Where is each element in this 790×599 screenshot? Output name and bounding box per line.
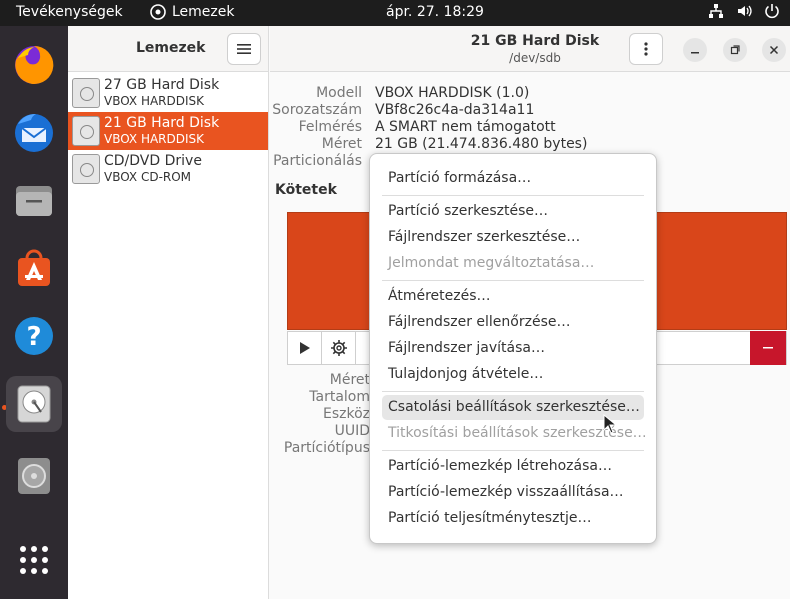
clock[interactable]: ápr. 27. 18:29 [386, 4, 484, 20]
maximize-icon [730, 45, 740, 55]
drive-model: VBOX HARDDISK [104, 132, 205, 146]
dock: ? [0, 26, 68, 599]
menu-item-create-partition-image[interactable]: Partíció-lemezkép létrehozása… [382, 454, 644, 479]
network-icon [709, 4, 723, 18]
drive-model: VBOX CD-ROM [104, 170, 192, 184]
partition-options-button[interactable] [322, 332, 356, 364]
optical-drive-icon [72, 154, 100, 184]
volume-icon [738, 5, 752, 17]
files-icon[interactable] [6, 172, 62, 228]
right-header: 21 GB Hard Disk /dev/sdb [270, 26, 790, 72]
main-menu-button[interactable] [227, 33, 261, 65]
drive-name: CD/DVD Drive [104, 153, 202, 169]
volume-content-label: Tartalom [309, 389, 370, 405]
menu-item-edit-partition[interactable]: Partíció szerkesztése… [382, 199, 644, 224]
help-icon[interactable]: ? [6, 308, 62, 364]
partition-options-menu: Partíció formázása… Partíció szerkesztés… [369, 153, 657, 544]
menu-item-resize[interactable]: Átméretezés… [382, 284, 644, 309]
drive-device-path: /dev/sdb [509, 51, 561, 65]
minus-icon [763, 347, 773, 349]
power-icon [765, 4, 779, 19]
delete-partition-button[interactable] [750, 331, 786, 365]
app-center-icon[interactable] [6, 240, 62, 296]
model-label: Modell [316, 85, 362, 101]
mouse-cursor-icon [603, 414, 617, 434]
menu-separator [382, 195, 644, 196]
thunderbird-icon[interactable] [6, 104, 62, 160]
firefox-icon[interactable] [6, 36, 62, 92]
close-icon [769, 45, 779, 55]
kebab-icon [644, 42, 648, 56]
volumes-heading: Kötetek [275, 182, 337, 198]
close-button[interactable] [762, 38, 786, 62]
app-grid-icon[interactable] [6, 532, 62, 588]
hamburger-icon [237, 44, 251, 54]
drive-list-pane: Lemezek 27 GB Hard Disk VBOX HARDDISK 21… [68, 26, 269, 599]
minimize-icon [691, 52, 699, 54]
activities-button[interactable]: Tevékenységek [16, 4, 123, 20]
menu-pointer [359, 339, 369, 357]
serial-label: Sorozatszám [272, 102, 362, 118]
drive-item-27gb[interactable]: 27 GB Hard Disk VBOX HARDDISK [68, 74, 268, 112]
app-name: Lemezek [172, 4, 235, 20]
menu-item-benchmark-partition[interactable]: Partíció teljesítménytesztje… [382, 506, 644, 531]
menu-item-format-partition[interactable]: Partíció formázása… [382, 166, 644, 191]
maximize-button[interactable] [723, 38, 747, 62]
menu-separator [382, 280, 644, 281]
serial-value: VBf8c26c4a-da314a11 [375, 102, 535, 118]
hard-disk-icon [72, 78, 100, 108]
volume-size-label: Méret [329, 372, 370, 388]
drive-name: 21 GB Hard Disk [104, 115, 220, 131]
system-tray[interactable] [708, 3, 780, 19]
left-header: Lemezek [68, 26, 268, 72]
size-label: Méret [321, 136, 362, 152]
model-value: VBOX HARDDISK (1.0) [375, 85, 530, 101]
drive-options-button[interactable] [629, 33, 663, 65]
partitioning-label: Particionálás [273, 153, 362, 169]
disc-icon[interactable] [6, 448, 62, 504]
volume-device-label: Eszköz [322, 406, 370, 422]
assessment-value: A SMART nem támogatott [375, 119, 556, 135]
hard-disk-icon [72, 116, 100, 146]
menu-item-repair-filesystem[interactable]: Fájlrendszer javítása… [382, 336, 644, 361]
volume-uuid-label: UUID [334, 423, 370, 439]
menu-separator [382, 391, 644, 392]
disks-icon[interactable] [6, 376, 62, 432]
drive-model: VBOX HARDDISK [104, 94, 205, 108]
drive-title: 21 GB Hard Disk [470, 33, 600, 49]
drive-item-21gb[interactable]: 21 GB Hard Disk VBOX HARDDISK [68, 112, 268, 150]
menu-item-change-passphrase: Jelmondat megváltoztatása… [388, 255, 595, 271]
sidebar-title: Lemezek [136, 40, 206, 56]
drive-item-cdrom[interactable]: CD/DVD Drive VBOX CD-ROM [68, 150, 268, 188]
play-icon [299, 342, 310, 354]
top-bar: Tevékenységek Lemezek ápr. 27. 18:29 [0, 0, 790, 26]
volume-partition-type-label: Partíciótípus [283, 440, 370, 456]
menu-item-restore-partition-image[interactable]: Partíció-lemezkép visszaállítása… [382, 480, 644, 505]
drive-name: 27 GB Hard Disk [104, 77, 220, 93]
assessment-label: Felmérés [298, 119, 362, 135]
app-menu[interactable]: Lemezek [150, 4, 235, 20]
gear-icon [330, 340, 347, 356]
disks-app-icon [150, 4, 166, 20]
menu-item-check-filesystem[interactable]: Fájlrendszer ellenőrzése… [382, 310, 644, 335]
menu-item-take-ownership[interactable]: Tulajdonjog átvétele… [382, 362, 644, 387]
minimize-button[interactable] [683, 38, 707, 62]
menu-separator [382, 450, 644, 451]
svg-text:?: ? [26, 322, 41, 352]
mount-button[interactable] [288, 332, 322, 364]
size-value: 21 GB (21.474.836.480 bytes) [375, 136, 588, 152]
menu-item-edit-filesystem[interactable]: Fájlrendszer szerkesztése… [382, 225, 644, 250]
